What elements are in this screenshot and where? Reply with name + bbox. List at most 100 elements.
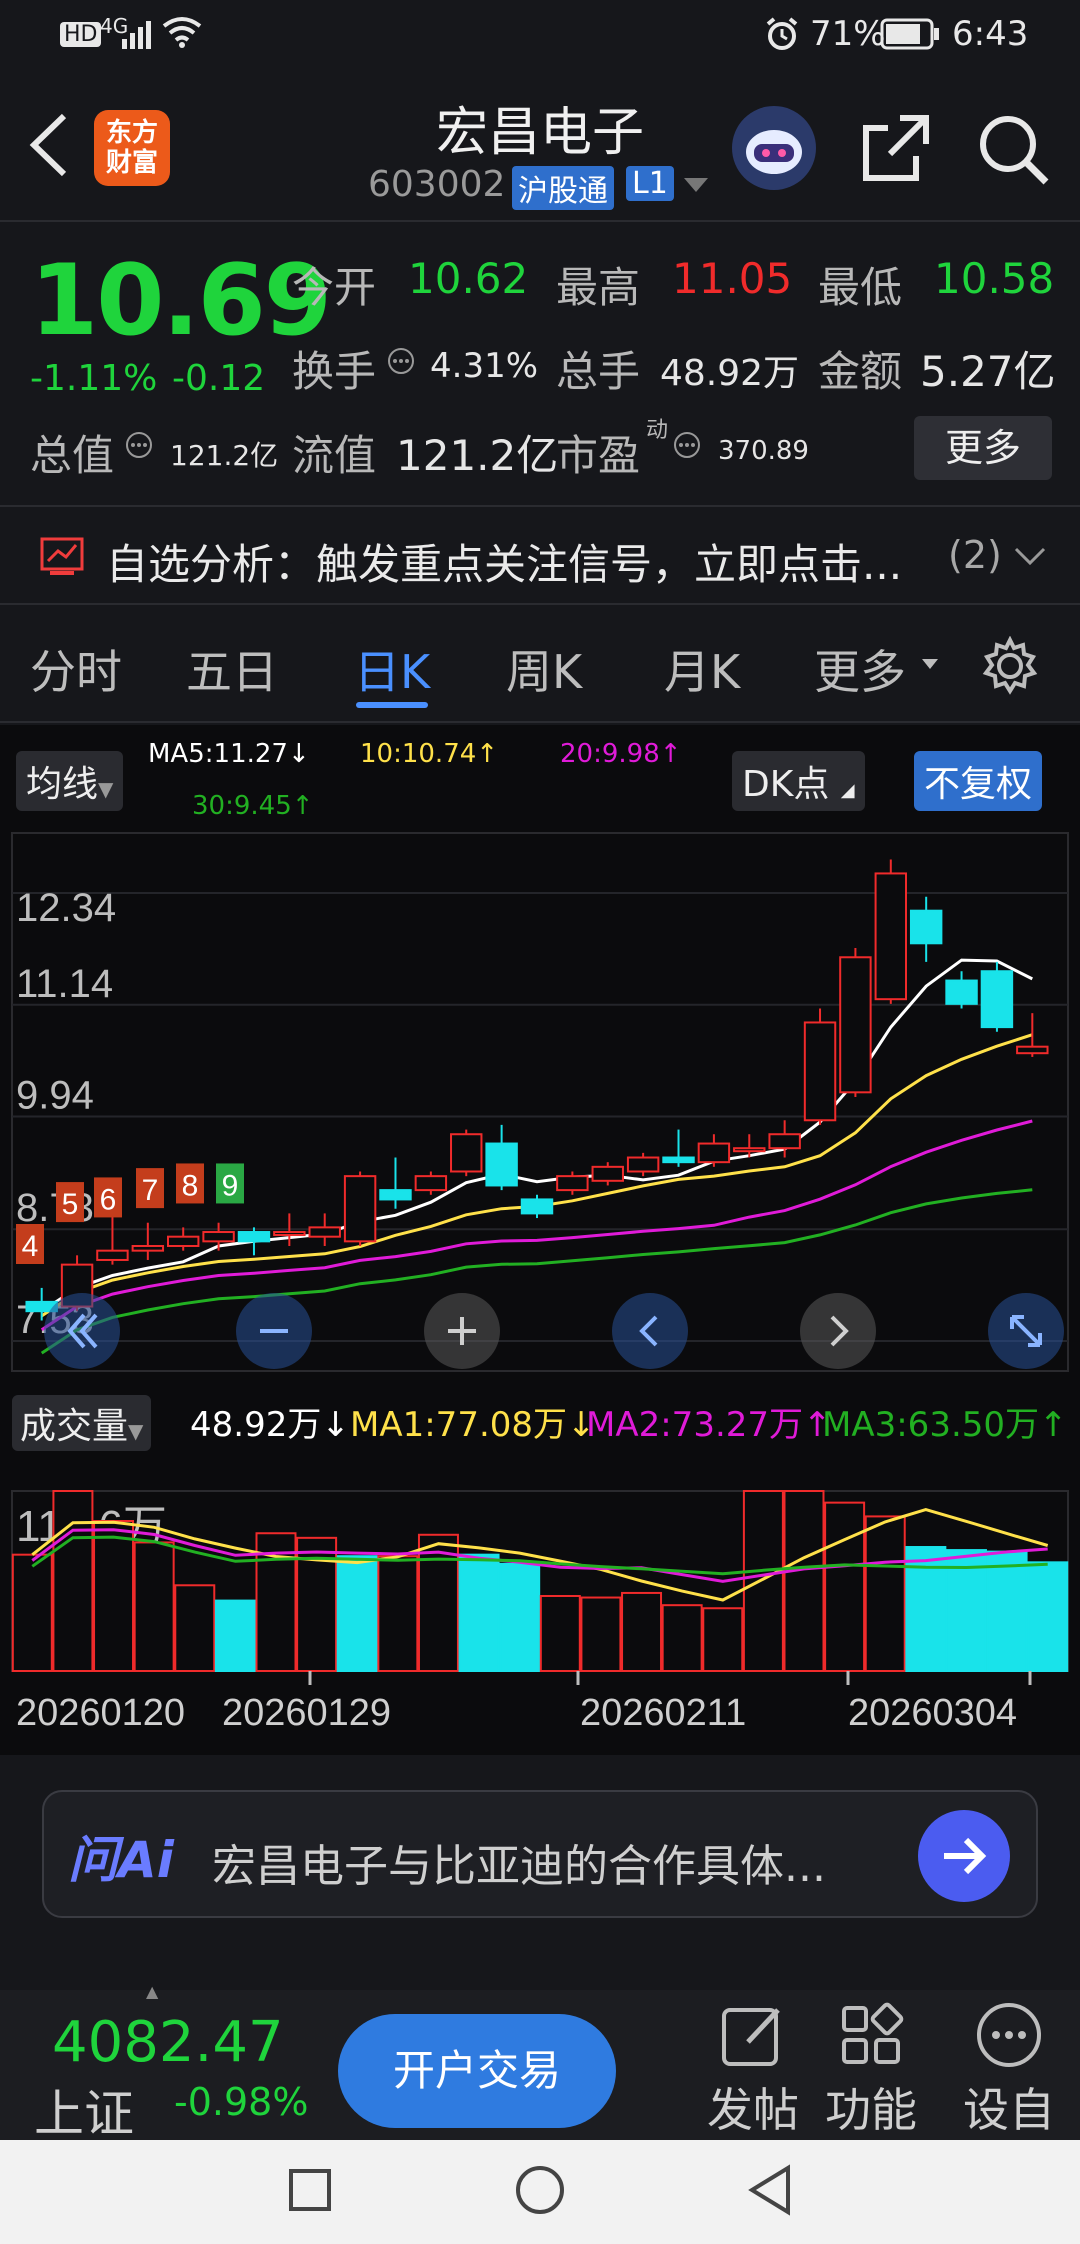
triangle-back-icon (748, 2164, 790, 2216)
plus-icon (448, 1317, 476, 1345)
zoom-out-button[interactable] (236, 1293, 312, 1369)
vol-ma1-legend: MA1:77.08万↓ (350, 1405, 596, 1445)
caret-down-icon (922, 656, 938, 675)
change-amount: -0.12 (172, 358, 266, 399)
function-button[interactable]: 功能 (816, 2000, 926, 2140)
dropdown-icon[interactable] (682, 176, 710, 200)
candle-body (520, 1198, 554, 1215)
index-value[interactable]: 4082.47 (52, 2010, 284, 2075)
gear-icon (982, 635, 1038, 695)
post-button[interactable]: 发帖 (698, 2000, 808, 2140)
turn-marker-label: 8 (182, 1169, 199, 1202)
low-label: 最低 (818, 263, 903, 312)
chevron-left-icon (639, 1315, 658, 1347)
candle-body (237, 1231, 271, 1243)
fullscreen-button[interactable] (988, 1293, 1064, 1369)
tab-monthly-k[interactable]: 月K (664, 636, 740, 702)
volume-bar (621, 1591, 663, 1673)
settings-button[interactable] (980, 635, 1040, 700)
info-icon[interactable] (386, 346, 416, 380)
ma30-legend: 30:9.45↑ (192, 791, 314, 821)
turn-marker-label: 9 (222, 1169, 239, 1202)
corner-caret-icon: ◢ (840, 780, 855, 801)
info-icon[interactable] (672, 430, 702, 464)
circle-icon (516, 2166, 564, 2214)
expand-icon (1010, 1315, 1042, 1347)
adjust-toggle[interactable]: 不复权 (914, 751, 1043, 811)
vol-ma3-legend: MA3:63.50万↑ (822, 1405, 1068, 1445)
ai-question: 宏昌电子与比亚迪的合作具体... (212, 1841, 826, 1892)
tab-five-day[interactable]: 五日 (186, 636, 278, 702)
custom-button[interactable]: 设自 (954, 2000, 1064, 2140)
home-button[interactable] (514, 2164, 566, 2220)
volume-bar (11, 1553, 53, 1672)
caret-down-icon: ▼ (128, 1419, 144, 1443)
ask-ai-bar[interactable]: 问Ai 宏昌电子与比亚迪的合作具体... (42, 1790, 1038, 1918)
tab-intraday[interactable]: 分时 (30, 636, 122, 702)
candle-body (768, 1133, 801, 1150)
dk-point-label: DK点 (742, 764, 830, 805)
volume-bar (377, 1555, 419, 1673)
change-percent: -1.11% (30, 358, 158, 399)
search-button[interactable] (976, 112, 1052, 192)
volume-bar (702, 1607, 744, 1672)
candle-body (131, 1244, 165, 1252)
volume-bar (580, 1596, 622, 1673)
dk-point-selector[interactable]: DK点 ◢ (732, 751, 865, 811)
market-cap-value: 121.2亿 (170, 439, 279, 472)
kline-svg[interactable]: 12.3411.149.948.737.53456789117.6万202601… (0, 831, 1080, 1751)
candle-body (874, 872, 908, 1001)
ma5-legend: MA5:11.27↓ (148, 739, 310, 769)
back-nav-button[interactable] (746, 2164, 794, 2220)
ma-selector[interactable]: 均线▼ (16, 751, 124, 811)
volume-value: 48.92万 (660, 353, 800, 394)
index-change: -0.98% (174, 2080, 309, 2124)
turnover-value: 4.31% (430, 346, 539, 386)
scroll-left-button[interactable] (612, 1293, 688, 1369)
ma20-line (40, 1119, 1033, 1332)
ai-brand: 问Ai (68, 1831, 174, 1889)
open-account-button[interactable]: 开户交易 (338, 2014, 616, 2128)
vol-ma2-legend: MA2:73.27万↑ (586, 1405, 832, 1445)
signal-banner[interactable]: 自选分析：触发重点关注信号，立即点击... (2) (0, 505, 1080, 605)
volume-bar (783, 1490, 825, 1672)
recent-apps-button[interactable] (288, 2168, 332, 2216)
low-value: 10.58 (934, 254, 1055, 303)
candle-body (202, 1231, 235, 1243)
wifi-icon (162, 16, 202, 57)
volume-bar (864, 1515, 906, 1672)
scroll-right-button[interactable] (800, 1293, 876, 1369)
price-tick-label: 9.94 (16, 1074, 94, 1118)
ask-send-button[interactable] (918, 1810, 1010, 1902)
turnover-label: 换手 (292, 347, 377, 396)
price-plot-frame (11, 832, 1069, 1372)
share-button[interactable] (860, 112, 932, 188)
float-cap-value: 121.2亿 (396, 431, 559, 480)
candle-body (980, 970, 1014, 1029)
volume-selector[interactable]: 成交量▼ (12, 1395, 152, 1451)
tab-more[interactable]: 更多 (814, 636, 906, 702)
double-left-button[interactable] (44, 1293, 120, 1369)
stock-code: 603002 (368, 164, 506, 205)
turn-marker-label: 4 (22, 1230, 39, 1263)
turn-marker-label: 5 (62, 1188, 79, 1221)
volume-bar (499, 1562, 541, 1672)
more-button[interactable]: 更多 (914, 416, 1052, 480)
candle-body (1016, 1045, 1049, 1055)
candle-body (733, 1147, 766, 1153)
candle-body (379, 1189, 412, 1201)
tab-daily-k[interactable]: 日K (354, 636, 430, 702)
hd-indicator: HD (60, 22, 102, 47)
tab-weekly-k[interactable]: 周K (506, 636, 582, 702)
amount-label: 金额 (818, 347, 903, 396)
volume-bar (214, 1599, 256, 1673)
index-name[interactable]: 上证 (34, 2074, 134, 2146)
candle-body (803, 1021, 837, 1122)
robot-avatar-icon[interactable] (732, 106, 816, 190)
info-icon[interactable] (124, 430, 154, 464)
status-bar: HD 4G 71% 6:43 (0, 0, 1080, 72)
zoom-in-button[interactable] (424, 1293, 500, 1369)
volume-label: 总手 (556, 347, 641, 396)
search-icon (980, 116, 1049, 185)
candle-body (308, 1226, 341, 1238)
